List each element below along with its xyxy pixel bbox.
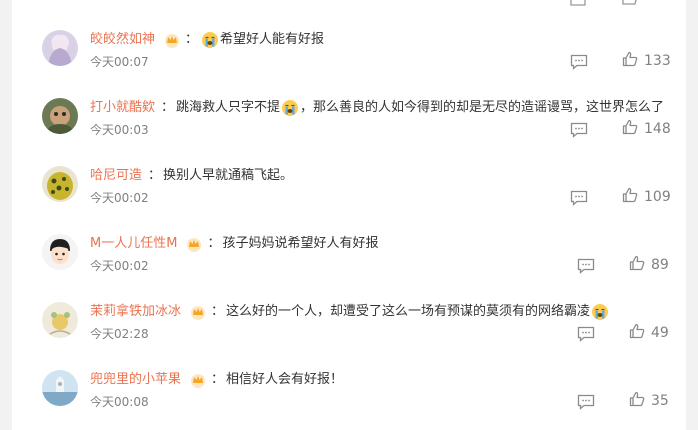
username-link[interactable]: M一人儿任性M [90, 234, 177, 254]
comment-icon[interactable] [570, 54, 588, 70]
comment-item: 兜兜里的小苹果 ： 相信好人会有好报！ 今天00:08 35 [12, 370, 686, 430]
comment-item: M一人儿任性M ： 孩子妈妈说希望好人有好报 今天00:02 89 [12, 234, 686, 302]
thumbs-up-icon[interactable] [622, 0, 638, 9]
like-count: 133 [644, 53, 671, 69]
timestamp: 今天00:07 [90, 55, 149, 69]
like-count: 148 [644, 121, 671, 137]
like-button[interactable]: 148 [622, 119, 671, 139]
comment-line: 茉莉拿铁加冰冰 ： 这么好的一个人，却遭受了这么一场有预谋的莫须有的网络霸凌 [90, 302, 610, 322]
timestamp: 今天00:02 [90, 259, 149, 273]
username-link[interactable]: 哈尼可造 [90, 166, 142, 186]
like-button[interactable]: 49 [629, 323, 669, 343]
comment-item: 哈尼可造 ： 换别人早就通稿飞起。 今天00:02 109 [12, 166, 686, 234]
timestamp: 今天00:08 [90, 395, 149, 409]
avatar[interactable] [42, 234, 78, 270]
like-count: 49 [651, 325, 669, 341]
thumbs-up-icon [629, 255, 645, 275]
comment-text: 跳海救人只字不提 [176, 100, 281, 115]
comment-icon[interactable] [577, 326, 595, 342]
timestamp: 今天00:02 [90, 191, 149, 205]
comment-text: 换别人早就通稿飞起。 [163, 168, 294, 183]
thumbs-up-icon [629, 391, 645, 411]
comment-line: M一人儿任性M ： 孩子妈妈说希望好人有好报 [90, 234, 378, 254]
comment-text: 希望好人能有好报 [220, 32, 325, 47]
crying-emoji-icon [281, 99, 299, 117]
like-button[interactable]: 109 [622, 187, 671, 207]
comment-line: 兜兜里的小苹果 ： 相信好人会有好报！ [90, 370, 343, 390]
avatar[interactable] [42, 98, 78, 134]
crying-emoji-icon [201, 31, 219, 49]
avatar[interactable] [42, 302, 78, 338]
timestamp: 今天02:28 [90, 327, 149, 341]
comment-panel: 204 皎皎然如神 ： 希望好人能有好报 今天00:07 [12, 0, 686, 430]
previous-comment-actions: 204 [12, 0, 686, 6]
comment-text: 这么好的一个人，却遭受了这么一场有预谋的莫须有的网络霸凌 [226, 304, 591, 319]
thumbs-up-icon [622, 187, 638, 207]
crying-emoji-icon [591, 303, 609, 321]
like-count: 89 [651, 257, 669, 273]
comment-item: 打小就酷欸 ： 跳海救人只字不提 ，那么善良的人如今得到的却是无尽的造谣谩骂，这… [12, 98, 686, 166]
comment-item: 茉莉拿铁加冰冰 ： 这么好的一个人，却遭受了这么一场有预谋的莫须有的网络霸凌 今… [12, 302, 686, 370]
comment-icon[interactable] [577, 394, 595, 410]
comment-item: 皎皎然如神 ： 希望好人能有好报 今天00:07 133 [12, 30, 686, 98]
like-count: 204 [642, 0, 669, 4]
thumbs-up-icon [629, 323, 645, 343]
like-button[interactable]: 133 [622, 51, 671, 71]
comment-icon[interactable] [570, 122, 588, 138]
comment-line: 皎皎然如神 ： 希望好人能有好报 [90, 30, 324, 50]
username-link[interactable]: 兜兜里的小苹果 [90, 370, 181, 390]
like-button[interactable]: 89 [629, 255, 669, 275]
username-link[interactable]: 皎皎然如神 [90, 30, 155, 50]
comment-icon[interactable] [570, 0, 586, 11]
thumbs-up-icon [622, 51, 638, 71]
crown-badge-icon [185, 236, 203, 252]
username-link[interactable]: 打小就酷欸 [90, 98, 155, 118]
comment-icon[interactable] [570, 190, 588, 206]
comment-text: 孩子妈妈说希望好人有好报 [222, 236, 379, 251]
username-link[interactable]: 茉莉拿铁加冰冰 [90, 302, 181, 322]
avatar[interactable] [42, 370, 78, 406]
crown-badge-icon [189, 304, 207, 320]
crown-badge-icon [163, 32, 181, 48]
comment-text: 相信好人会有好报！ [226, 372, 344, 387]
like-button[interactable]: 35 [629, 391, 669, 411]
comment-text: ，那么善良的人如今得到的却是无尽的造谣谩骂，这世界怎么了 [300, 100, 665, 115]
avatar[interactable] [42, 30, 78, 66]
like-count: 35 [651, 393, 669, 409]
comment-line: 打小就酷欸 ： 跳海救人只字不提 ，那么善良的人如今得到的却是无尽的造谣谩骂，这… [90, 98, 664, 118]
crown-badge-icon [189, 372, 207, 388]
thumbs-up-icon [622, 119, 638, 139]
avatar[interactable] [42, 166, 78, 202]
like-count: 109 [644, 189, 671, 205]
comment-line: 哈尼可造 ： 换别人早就通稿飞起。 [90, 166, 293, 186]
timestamp: 今天00:03 [90, 123, 149, 137]
comment-icon[interactable] [577, 258, 595, 274]
